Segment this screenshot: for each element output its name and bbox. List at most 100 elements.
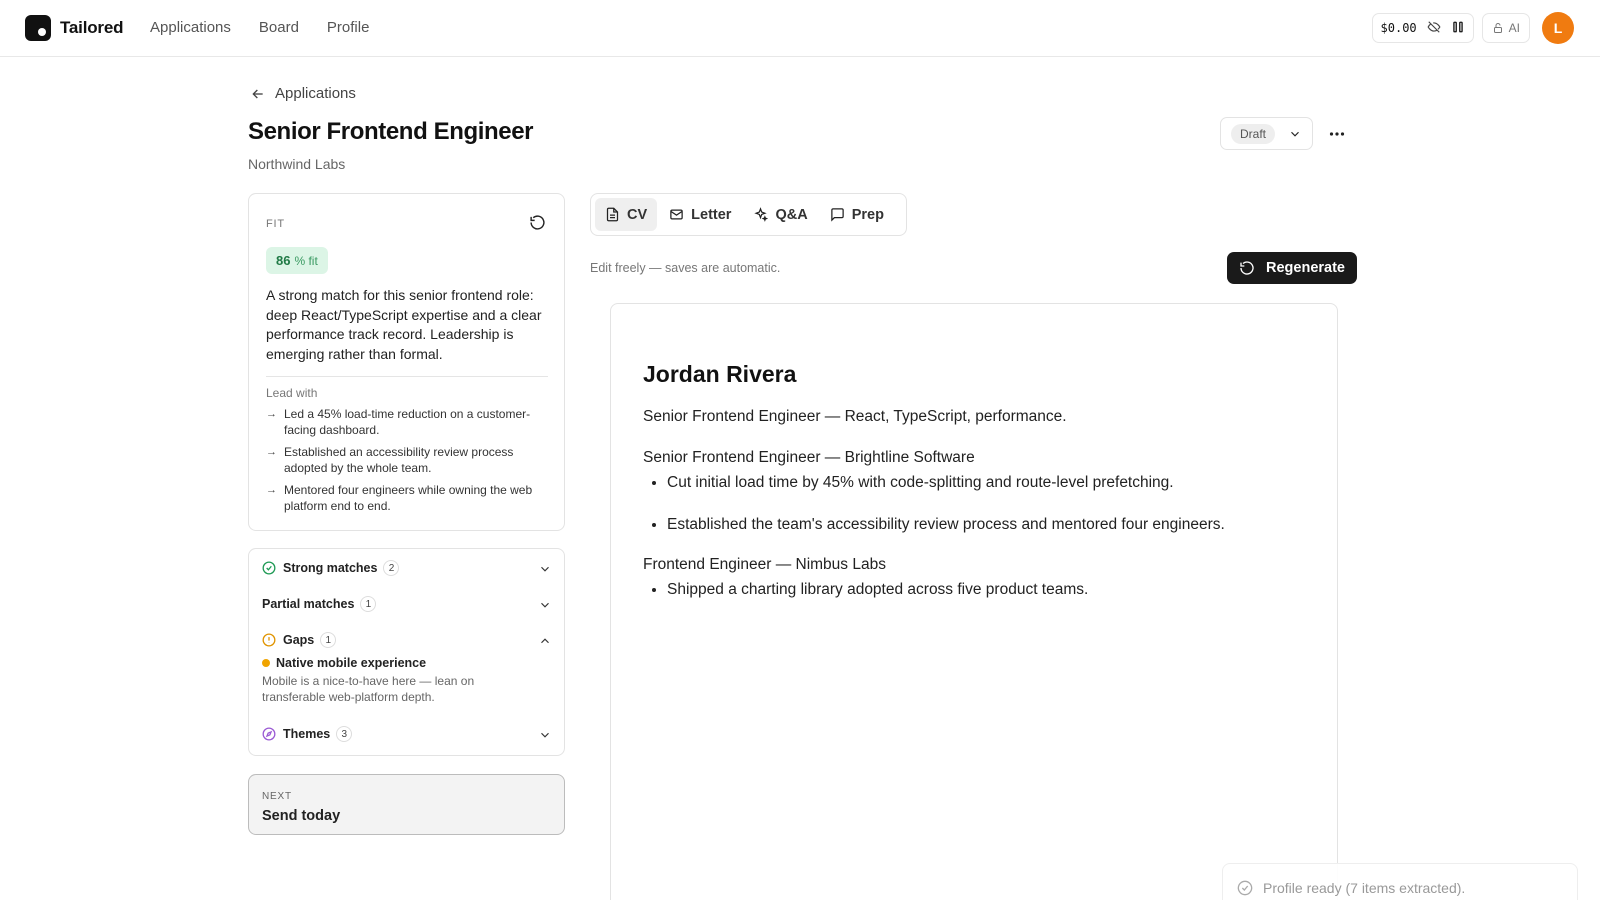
- chevron-down-icon: [541, 732, 549, 738]
- next-step-card[interactable]: NEXT Send today: [248, 774, 565, 835]
- cv-name: Jordan Rivera: [643, 361, 797, 387]
- status-dot-icon: [262, 659, 270, 667]
- brand-logo-icon: [25, 15, 51, 41]
- accordion-partial-matches[interactable]: Partial matches 1: [262, 594, 554, 614]
- message-square-icon: [830, 208, 844, 222]
- gap-title-text: Native mobile experience: [276, 656, 427, 670]
- lead-item-text: Mentored four engineers while owning the…: [284, 483, 533, 513]
- chevron-down-icon: [541, 566, 549, 572]
- top-navbar: Tailored Applications Board Profile $0.0…: [0, 0, 1600, 57]
- list-item: → Established an accessibility review pro…: [266, 444, 551, 476]
- gap-item-title: Native mobile experience: [262, 656, 532, 670]
- sparkles-icon: [754, 207, 769, 222]
- nav-applications[interactable]: Applications: [150, 19, 231, 36]
- tab-prep[interactable]: Prep: [820, 198, 894, 231]
- regenerate-button[interactable]: Regenerate: [1227, 252, 1357, 284]
- count-badge: 3: [336, 726, 353, 742]
- status-select[interactable]: Draft: [1220, 117, 1313, 150]
- job-title: Frontend Engineer — Nimbus Labs: [643, 556, 886, 573]
- fit-label: FIT: [266, 218, 285, 230]
- columns-icon[interactable]: [1451, 20, 1465, 37]
- fit-summary: A strong match for this senior frontend …: [266, 287, 542, 362]
- accordion-title: Gaps: [283, 633, 315, 647]
- list-item: Shipped a charting library adopted acros…: [667, 580, 1323, 600]
- list-item: → Led a 45% load-time reduction on a cust…: [266, 406, 551, 438]
- gap-item: Native mobile experience Mobile is a nic…: [262, 656, 532, 705]
- list-item: Cut initial load time by 45% with code-s…: [667, 473, 1323, 493]
- more-horizontal-icon: [1329, 132, 1345, 136]
- arrow-right-icon: →: [266, 446, 277, 458]
- chevron-down-icon: [1291, 131, 1299, 137]
- fit-score: 86: [276, 253, 291, 268]
- tab-label: Prep: [851, 206, 884, 223]
- cv-job: Frontend Engineer — Nimbus Labs Shipped …: [643, 556, 1323, 600]
- count-badge: 2: [383, 560, 400, 576]
- arrow-right-icon: →: [266, 408, 277, 420]
- document-tabs: CV Letter Q&A Prep: [590, 193, 907, 236]
- divider: [266, 376, 548, 377]
- accordion-title: Strong matches: [283, 561, 378, 575]
- fit-unit: % fit: [294, 253, 318, 268]
- tab-cv[interactable]: CV: [595, 198, 658, 231]
- compass-icon: [262, 727, 276, 741]
- page-title: Senior Frontend Engineer: [248, 118, 534, 145]
- cv-headline: Senior Frontend Engineer — React, TypeSc…: [643, 408, 1067, 425]
- cv-editor[interactable]: Jordan Rivera Senior Frontend Engineer —…: [610, 303, 1338, 900]
- fit-score-badge: 86 % fit: [266, 247, 328, 274]
- nav-board[interactable]: Board: [259, 19, 299, 36]
- company-name: Northwind Labs: [248, 156, 346, 172]
- refresh-fit-button[interactable]: [529, 214, 546, 236]
- accordion-title: Themes: [283, 727, 331, 741]
- file-text-icon: [606, 207, 619, 222]
- accordion-themes[interactable]: Themes 3: [262, 724, 554, 744]
- cv-job: Senior Frontend Engineer — Brightline So…: [643, 449, 1323, 535]
- nav-profile[interactable]: Profile: [327, 19, 370, 36]
- toast-text: Profile ready (7 items extracted).: [1263, 880, 1466, 896]
- back-link[interactable]: Applications: [250, 85, 356, 102]
- main-nav: Applications Board Profile: [150, 19, 369, 36]
- matches-card: Strong matches 2 Partial matches 1 Gaps …: [248, 548, 565, 756]
- back-label: Applications: [275, 85, 356, 102]
- edit-hint: Edit freely — saves are automatic.: [590, 261, 781, 275]
- brand-name: Tailored: [60, 18, 124, 37]
- list-item: → Mentored four engineers while owning th…: [266, 482, 551, 514]
- lead-item-text: Established an accessibility review proc…: [284, 445, 514, 475]
- arrow-left-icon: [252, 89, 263, 98]
- regenerate-label: Regenerate: [1266, 260, 1345, 276]
- accordion-gaps[interactable]: Gaps 1: [262, 630, 554, 650]
- next-step-text: Send today: [262, 808, 341, 824]
- count-badge: 1: [320, 632, 337, 648]
- check-circle-icon: [262, 561, 276, 575]
- gap-item-description: Mobile is a nice-to-have here — lean on …: [262, 674, 475, 704]
- mail-icon: [670, 209, 683, 220]
- top-right-controls: $0.00 AI L: [1371, 12, 1574, 44]
- job-bullets: Shipped a charting library adopted acros…: [667, 580, 1323, 600]
- fit-card: FIT 86 % fit A strong match for this sen…: [248, 193, 565, 531]
- lead-item-text: Led a 45% load-time reduction on a custo…: [284, 407, 531, 437]
- accordion-title: Partial matches: [262, 597, 355, 611]
- ai-toggle[interactable]: AI: [1481, 13, 1530, 43]
- job-title: Senior Frontend Engineer — Brightline So…: [643, 449, 975, 466]
- more-options-button[interactable]: [1325, 122, 1349, 146]
- brand[interactable]: Tailored: [25, 15, 123, 41]
- refresh-icon: [530, 215, 545, 230]
- accordion-strong-matches[interactable]: Strong matches 2: [262, 558, 554, 578]
- chevron-up-icon: [541, 638, 549, 644]
- tab-label: Q&A: [775, 206, 808, 223]
- alert-circle-icon: [262, 633, 276, 647]
- chevron-down-icon: [541, 602, 549, 608]
- ai-label: AI: [1508, 21, 1520, 35]
- check-circle-icon: [1237, 880, 1253, 896]
- tab-qa[interactable]: Q&A: [743, 198, 817, 231]
- lead-with-label: Lead with: [266, 386, 318, 400]
- tab-label: CV: [627, 206, 648, 223]
- lock-icon: [1493, 23, 1502, 33]
- avatar[interactable]: L: [1542, 12, 1574, 44]
- toast-notification: Profile ready (7 items extracted).: [1222, 863, 1578, 900]
- cost-value: $0.00: [1380, 21, 1417, 35]
- lead-with-list: → Led a 45% load-time reduction on a cust…: [266, 406, 551, 520]
- tab-label: Letter: [691, 206, 732, 223]
- eye-off-icon[interactable]: [1427, 20, 1441, 37]
- next-label: NEXT: [262, 791, 292, 802]
- tab-letter[interactable]: Letter: [659, 198, 741, 231]
